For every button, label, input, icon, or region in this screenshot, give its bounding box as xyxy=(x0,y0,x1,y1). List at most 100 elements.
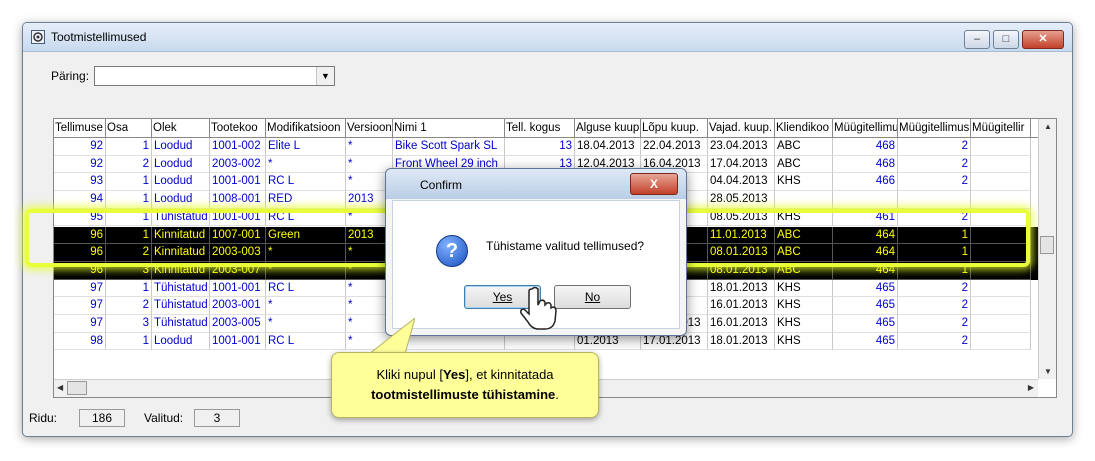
table-cell: * xyxy=(266,315,346,333)
table-cell: 1 xyxy=(106,279,152,298)
table-cell: 96 xyxy=(54,244,106,262)
query-select[interactable]: ▼ xyxy=(94,66,335,86)
table-cell: RC L xyxy=(266,173,346,192)
table-cell: 1 xyxy=(106,226,152,245)
callout-bold-yes: Yes xyxy=(442,367,466,382)
rows-label: Ridu: xyxy=(29,411,58,425)
table-cell: 95 xyxy=(54,208,106,227)
table-cell xyxy=(971,297,1031,315)
column-header[interactable]: Tellimuse xyxy=(54,119,106,137)
column-header[interactable]: Nimi 1 xyxy=(393,119,505,137)
table-cell: 18.01.2013 xyxy=(708,332,775,351)
column-header[interactable]: Kliendikoo xyxy=(775,119,833,137)
column-header[interactable]: Olek xyxy=(152,119,210,137)
table-cell: 2 xyxy=(898,279,971,298)
no-label: No xyxy=(584,290,601,304)
table-cell: 1 xyxy=(106,173,152,192)
table-cell: 465 xyxy=(833,315,898,333)
maximize-button[interactable]: □ xyxy=(993,30,1019,49)
close-icon: ✕ xyxy=(1038,33,1048,45)
table-cell: 97 xyxy=(54,315,106,333)
table-cell: 3 xyxy=(106,315,152,333)
chevron-down-icon[interactable]: ▼ xyxy=(316,67,334,85)
table-cell: 465 xyxy=(833,332,898,351)
table-cell: 2 xyxy=(898,173,971,192)
table-cell: 2003-007 xyxy=(210,261,266,280)
table-cell: KHS xyxy=(775,208,833,227)
table-cell: 96 xyxy=(54,261,106,280)
table-cell: 08.01.2013 xyxy=(708,244,775,262)
table-cell: 2003-005 xyxy=(210,315,266,333)
scroll-left-icon[interactable]: ◀ xyxy=(57,383,63,392)
column-header[interactable]: Lõpu kuup. xyxy=(641,119,708,137)
table-cell: Loodud xyxy=(152,138,210,156)
table-cell xyxy=(971,138,1031,156)
table-cell: Tühistatud xyxy=(152,208,210,227)
column-header[interactable]: Osa xyxy=(106,119,152,137)
table-cell: 92 xyxy=(54,155,106,174)
callout-bold-action: tootmistellimuste tühistamine xyxy=(371,387,556,402)
column-header[interactable]: Müügitellimus xyxy=(898,119,971,137)
vertical-scroll-thumb[interactable] xyxy=(1040,236,1054,254)
dialog-body xyxy=(392,200,680,329)
question-icon: ? xyxy=(436,235,468,267)
table-cell: 2003-001 xyxy=(210,297,266,315)
gear-icon xyxy=(31,30,45,44)
scroll-up-icon[interactable]: ▲ xyxy=(1044,122,1052,131)
minimize-icon: – xyxy=(973,33,981,45)
scroll-down-icon[interactable]: ▼ xyxy=(1044,367,1052,376)
table-cell: Loodud xyxy=(152,155,210,174)
table-cell xyxy=(971,173,1031,192)
column-header[interactable]: Vajad. kuup. xyxy=(708,119,775,137)
maximize-icon: □ xyxy=(1002,33,1010,45)
minimize-button[interactable]: – xyxy=(964,30,990,49)
table-cell: 28.05.2013 xyxy=(708,191,775,209)
window-titlebar: Tootmistellimused – □ ✕ xyxy=(23,23,1072,52)
table-row[interactable]: 92 1 Loodud 1001-002 Elite L * Bike Scott Spar… xyxy=(54,138,1038,156)
column-header[interactable]: Modifikatsioon xyxy=(266,119,346,137)
table-cell: * xyxy=(266,244,346,262)
column-header[interactable]: Müügitellimu xyxy=(833,119,898,137)
table-cell: Tühistatud xyxy=(152,297,210,315)
table-cell xyxy=(971,261,1031,280)
column-header[interactable]: Alguse kuup xyxy=(575,119,641,137)
table-cell: KHS xyxy=(775,315,833,333)
vertical-scrollbar[interactable]: ▲ ▼ xyxy=(1038,119,1056,379)
dialog-close-button[interactable]: X xyxy=(630,173,678,195)
table-cell: 465 xyxy=(833,297,898,315)
table-cell xyxy=(971,279,1031,298)
table-cell: KHS xyxy=(775,297,833,315)
table-cell: 98 xyxy=(54,332,106,351)
no-button[interactable]: No xyxy=(554,285,631,309)
column-header[interactable]: Müügitellir xyxy=(971,119,1031,137)
table-cell: 1 xyxy=(106,138,152,156)
table-cell xyxy=(971,191,1031,209)
table-cell: 2003-002 xyxy=(210,155,266,174)
table-cell: 468 xyxy=(833,155,898,174)
table-cell: 92 xyxy=(54,138,106,156)
dialog-message: Tühistame valitud tellimused? xyxy=(486,239,645,253)
table-cell: 2 xyxy=(106,155,152,174)
table-cell: 17.04.2013 xyxy=(708,155,775,174)
selected-label: Valitud: xyxy=(144,411,184,425)
table-cell: 08.05.2013 xyxy=(708,208,775,227)
column-header[interactable]: Versioon xyxy=(346,119,393,137)
table-cell: 1001-001 xyxy=(210,173,266,192)
horizontal-scroll-thumb[interactable] xyxy=(67,381,87,395)
table-cell xyxy=(971,315,1031,333)
confirm-dialog: Confirm X ? Tühistame valitud tellimused… xyxy=(385,168,687,336)
yes-button[interactable]: Yes xyxy=(464,285,541,309)
table-cell: 1008-001 xyxy=(210,191,266,209)
close-button[interactable]: ✕ xyxy=(1022,30,1064,49)
table-cell: Tühistatud xyxy=(152,315,210,333)
column-header[interactable]: Tootekoo xyxy=(210,119,266,137)
instruction-callout: Kliki nupul [Yes], et kinnitatada tootmi… xyxy=(331,352,599,418)
table-cell: KHS xyxy=(775,332,833,351)
table-cell: 2 xyxy=(898,208,971,227)
scroll-right-icon[interactable]: ▶ xyxy=(1028,383,1034,392)
table-cell: * xyxy=(346,332,393,351)
column-header[interactable]: Tell. kogus xyxy=(505,119,575,137)
table-cell: ABC xyxy=(775,226,833,245)
window-title: Tootmistellimused xyxy=(51,30,147,44)
table-cell: 18.04.2013 xyxy=(575,138,641,156)
